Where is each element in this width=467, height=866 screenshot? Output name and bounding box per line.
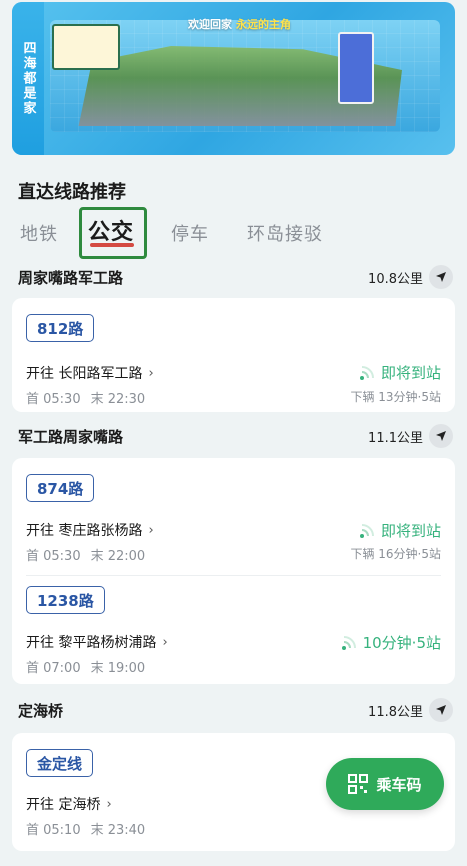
stop-name: 周家嘴路军工路 [18, 268, 124, 287]
tab-highlight-box [79, 207, 147, 259]
route-direction-text: 开往 定海桥 [26, 797, 101, 813]
chevron-right-icon: › [162, 634, 168, 650]
route-card[interactable]: 874路 开往 枣庄路张杨路 › 首 05:30 末 22:00 即将到站 下辆 1… [12, 458, 455, 684]
banner-headline-sub: 永远的主角 [236, 18, 291, 31]
realtime-signal-icon [359, 365, 374, 380]
next-bus-info: 下辆 16分钟·5站 [350, 547, 441, 561]
first-bus-time: 首 05:30 [26, 392, 81, 407]
ride-qr-code-button[interactable]: 乘车码 [326, 758, 444, 810]
route-badge: 812路 [26, 314, 95, 342]
arrival-status: 10分钟·5站 [341, 632, 441, 653]
stop-header[interactable]: 军工路周家嘴路 11.1公里 [0, 421, 467, 451]
arrival-status-text: 10分钟·5站 [362, 634, 441, 652]
first-bus-time: 首 07:00 [26, 661, 81, 676]
last-bus-time: 末 22:30 [90, 392, 146, 407]
qr-code-icon [348, 774, 369, 794]
route-direction[interactable]: 开往 黎平路杨树浦路 › [26, 632, 168, 652]
realtime-signal-icon [359, 523, 374, 538]
chevron-right-icon: › [148, 365, 154, 381]
arrival-status-text: 即将到站 [380, 522, 441, 540]
last-bus-time: 末 22:00 [90, 549, 146, 564]
route-badge: 874路 [26, 474, 95, 502]
stop-name: 定海桥 [18, 701, 64, 720]
promo-banner[interactable]: 四海都是家 欢迎回家 永远的主角 [12, 2, 455, 155]
stop-distance-value: 11.8公里 [368, 704, 423, 720]
last-bus-time: 末 19:00 [90, 661, 146, 676]
stop-distance: 10.8公里 [368, 265, 453, 289]
tab-island-shuttle[interactable]: 环岛接驳 [247, 220, 323, 246]
tab-subway[interactable]: 地铁 [20, 220, 58, 246]
navigate-icon[interactable] [429, 698, 453, 722]
route-direction-text: 开往 黎平路杨树浦路 [26, 635, 157, 651]
arrival-status-text: 即将到站 [380, 364, 441, 382]
last-bus-time: 末 23:40 [90, 823, 146, 838]
chevron-right-icon: › [148, 522, 154, 538]
stop-name: 军工路周家嘴路 [18, 427, 124, 446]
stop-header[interactable]: 周家嘴路军工路 10.8公里 [0, 262, 467, 292]
realtime-signal-icon [341, 635, 356, 650]
first-bus-time: 首 05:10 [26, 823, 81, 838]
stop-header[interactable]: 定海桥 11.8公里 [0, 695, 467, 725]
section-title: 直达线路推荐 [18, 182, 126, 203]
banner-headline: 欢迎回家 永远的主角 [188, 16, 291, 32]
banner-side-text: 四海都是家 [12, 2, 44, 155]
navigate-icon[interactable] [429, 265, 453, 289]
route-times: 首 05:30 末 22:30 [26, 388, 155, 407]
route-direction-text: 开往 长阳路军工路 [26, 366, 143, 382]
route-direction[interactable]: 开往 长阳路军工路 › [26, 363, 154, 383]
route-times: 首 07:00 末 19:00 [26, 657, 155, 676]
arrival-status: 即将到站 [359, 362, 441, 383]
tab-parking[interactable]: 停车 [171, 220, 209, 246]
navigate-icon[interactable] [429, 424, 453, 448]
route-direction-text: 开往 枣庄路张杨路 [26, 523, 143, 539]
transport-tabs: 地铁 公交 停车 环岛接驳 [0, 212, 467, 256]
route-times: 首 05:30 末 22:00 [26, 545, 155, 564]
stop-distance-value: 10.8公里 [368, 271, 423, 287]
next-bus-info: 下辆 13分钟·5站 [350, 390, 441, 404]
route-card[interactable]: 812路 开往 长阳路军工路 › 首 05:30 末 22:30 即将到站 下辆 1… [12, 298, 455, 412]
first-bus-time: 首 05:30 [26, 549, 81, 564]
route-times: 首 05:10 末 23:40 [26, 819, 155, 838]
route-direction[interactable]: 开往 定海桥 › [26, 794, 112, 814]
chevron-right-icon: › [106, 796, 112, 812]
banner-building-illustration [338, 32, 374, 104]
stop-distance: 11.1公里 [368, 424, 453, 448]
stop-distance-value: 11.1公里 [368, 430, 423, 446]
route-badge: 金定线 [26, 749, 94, 777]
route-badge: 1238路 [26, 586, 105, 614]
route-direction[interactable]: 开往 枣庄路张杨路 › [26, 520, 154, 540]
banner-headline-main: 欢迎回家 [188, 18, 232, 31]
stop-distance: 11.8公里 [368, 698, 453, 722]
qr-button-label: 乘车码 [376, 775, 422, 794]
banner-info-card [52, 24, 120, 70]
divider [26, 575, 441, 576]
arrival-status: 即将到站 [359, 520, 441, 541]
